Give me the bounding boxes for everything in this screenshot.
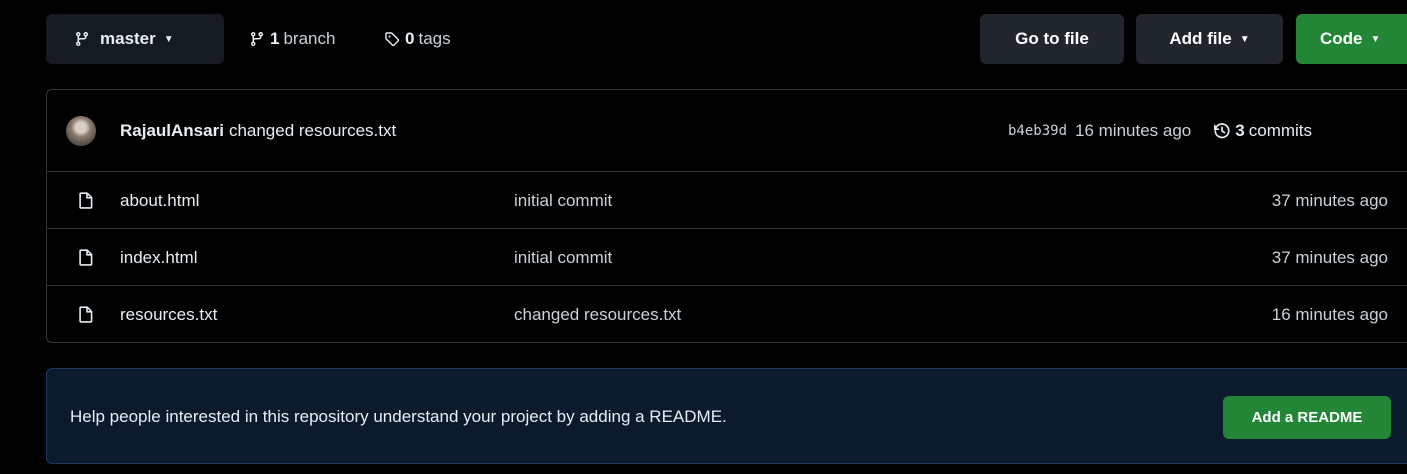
file-icon [79, 249, 93, 266]
commit-message-link[interactable]: changed resources.txt [229, 121, 396, 141]
chevron-down-icon: ▼ [163, 33, 174, 45]
commit-label: commits [1248, 121, 1313, 140]
branch-label: branch [283, 29, 336, 48]
file-icon [79, 192, 93, 209]
file-commit-message-link[interactable]: initial commit [514, 229, 612, 286]
latest-commit-bar: RajaulAnsari changed resources.txt b4eb3… [47, 90, 1407, 172]
file-commit-time: 37 minutes ago [1271, 247, 1388, 267]
code-button[interactable]: Code ▼ [1296, 14, 1407, 64]
commit-count: 3 [1235, 121, 1245, 140]
file-commit-time: 37 minutes ago [1271, 190, 1388, 210]
branch-count: 1 [270, 29, 280, 48]
commit-author-link[interactable]: RajaulAnsari [120, 121, 224, 141]
commit-details: b4eb39d 16 minutes ago 3 commits [1008, 90, 1312, 172]
git-branch-icon [75, 32, 88, 47]
file-name-link[interactable]: about.html [120, 172, 199, 229]
code-label: Code [1320, 29, 1363, 48]
file-commit-message-link[interactable]: initial commit [514, 172, 612, 229]
history-icon [1214, 123, 1230, 139]
tag-label: tags [418, 29, 451, 48]
branches-link[interactable]: 1 branch [249, 14, 335, 64]
table-row: about.html initial commit 37 minutes ago [47, 172, 1407, 229]
branch-selector-button[interactable]: master ▼ [46, 14, 224, 64]
repo-file-browser: master ▼ 1 branch 0 tags Go to file Add … [0, 0, 1407, 474]
add-file-button[interactable]: Add file ▼ [1136, 14, 1283, 64]
tags-link[interactable]: 0 tags [384, 14, 451, 64]
file-name-link[interactable]: index.html [120, 229, 197, 286]
readme-prompt-banner: Help people interested in this repositor… [46, 368, 1407, 464]
go-to-file-label: Go to file [1015, 29, 1089, 48]
file-icon [79, 306, 93, 323]
commit-time: 16 minutes ago [1075, 121, 1192, 140]
file-commit-time: 16 minutes ago [1271, 304, 1388, 324]
table-row: resources.txt changed resources.txt 16 m… [47, 286, 1407, 343]
repo-toolbar: master ▼ 1 branch 0 tags Go to file Add … [46, 14, 1407, 64]
add-readme-label: Add a README [1251, 409, 1363, 426]
readme-prompt-text: Help people interested in this repositor… [70, 407, 727, 426]
file-list: RajaulAnsari changed resources.txt b4eb3… [46, 89, 1407, 343]
chevron-down-icon: ▼ [1370, 33, 1381, 45]
add-file-label: Add file [1169, 29, 1232, 48]
branch-name: master [100, 29, 156, 48]
commit-sha-link[interactable]: b4eb39d [1008, 123, 1067, 139]
avatar[interactable] [66, 116, 96, 146]
add-readme-button[interactable]: Add a README [1223, 396, 1391, 439]
tag-icon [385, 32, 400, 47]
table-row: index.html initial commit 37 minutes ago [47, 229, 1407, 286]
go-to-file-button[interactable]: Go to file [980, 14, 1124, 64]
git-branch-icon [250, 32, 263, 47]
file-commit-message-link[interactable]: changed resources.txt [514, 286, 681, 343]
tag-count: 0 [405, 29, 415, 48]
file-name-link[interactable]: resources.txt [120, 286, 217, 343]
commit-summary: RajaulAnsari changed resources.txt [120, 90, 396, 172]
chevron-down-icon: ▼ [1239, 33, 1250, 45]
commits-history-link[interactable]: 3 commits [1213, 121, 1312, 141]
